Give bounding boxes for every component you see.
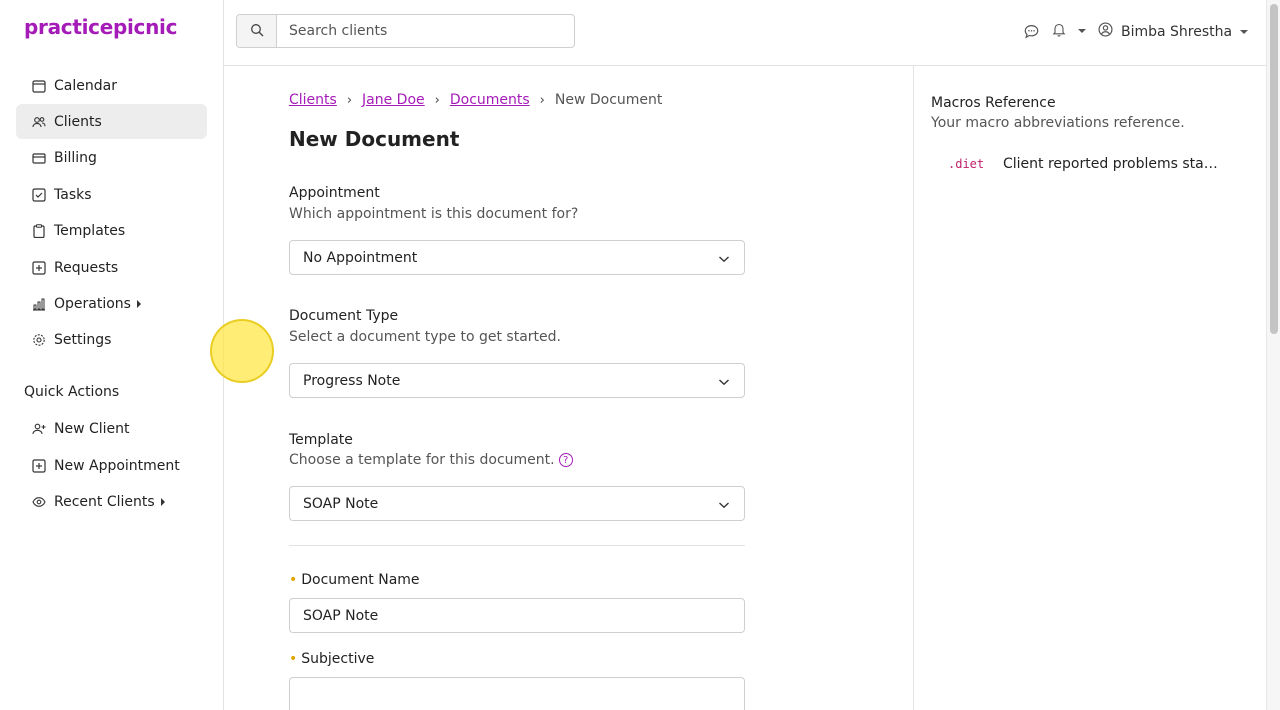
breadcrumb: Clients › Jane Doe › Documents › New Doc… xyxy=(289,92,662,108)
page-title: New Document xyxy=(289,127,460,151)
page-scrollbar[interactable] xyxy=(1266,0,1280,710)
required-marker: • xyxy=(289,651,298,667)
notifications-dropdown[interactable] xyxy=(1052,22,1086,40)
chevron-down-icon xyxy=(1240,29,1249,34)
document-name-label-row: • Document Name xyxy=(289,572,420,588)
bar-chart-icon xyxy=(32,297,46,311)
caret-right-icon xyxy=(136,299,141,308)
quick-action-label: Recent Clients xyxy=(54,493,155,510)
sidebar-item-calendar[interactable]: Calendar xyxy=(16,68,207,103)
template-help-row: Choose a template for this document. ? xyxy=(289,452,573,468)
user-menu[interactable]: Bimba Shrestha xyxy=(1098,22,1249,41)
clipboard-icon xyxy=(32,223,46,238)
subjective-textarea[interactable] xyxy=(289,677,745,710)
chevron-down-icon xyxy=(718,498,730,514)
eye-icon xyxy=(32,495,46,509)
quick-action-recent-clients[interactable]: Recent Clients xyxy=(16,484,207,519)
sidebar-item-operations[interactable]: Operations xyxy=(16,286,207,321)
macros-title: Macros Reference xyxy=(931,95,1056,111)
user-name: Bimba Shrestha xyxy=(1121,23,1233,40)
required-marker: • xyxy=(289,572,298,588)
sidebar-item-label: Settings xyxy=(54,331,112,348)
section-divider xyxy=(289,545,745,546)
chat-icon[interactable] xyxy=(1022,22,1040,40)
quick-action-label: New Appointment xyxy=(54,457,180,474)
document-type-help: Select a document type to get started. xyxy=(289,329,561,345)
bell-icon xyxy=(1052,22,1066,41)
chevron-down-icon xyxy=(718,375,730,391)
chevron-down-icon xyxy=(1078,29,1086,33)
macros-subtitle: Your macro abbreviations reference. xyxy=(931,115,1185,131)
macro-text: Client reported problems stayi… xyxy=(1003,156,1223,172)
caret-right-icon xyxy=(160,497,165,506)
sidebar-item-templates[interactable]: Templates xyxy=(16,213,207,248)
document-name-input[interactable] xyxy=(289,598,745,633)
calendar-icon xyxy=(32,79,46,93)
quick-action-new-appointment[interactable]: New Appointment xyxy=(16,448,207,483)
search-button[interactable] xyxy=(237,15,277,47)
breadcrumb-client[interactable]: Jane Doe xyxy=(362,92,425,108)
sidebar-item-requests[interactable]: Requests xyxy=(16,250,207,285)
user-plus-icon xyxy=(32,422,46,436)
chevron-right-icon: › xyxy=(434,92,440,108)
sidebar-item-label: Tasks xyxy=(54,186,92,203)
document-type-label: Document Type xyxy=(289,308,399,324)
search-bar xyxy=(236,14,575,48)
click-indicator xyxy=(210,319,274,383)
sidebar: practicepicnic Calendar Clients Billing … xyxy=(0,0,224,710)
sidebar-item-label: Operations xyxy=(54,295,131,312)
sidebar-item-label: Requests xyxy=(54,259,119,276)
plus-box-icon xyxy=(32,458,46,473)
credit-card-icon xyxy=(32,151,46,165)
appointment-value: No Appointment xyxy=(303,249,418,266)
user-avatar-icon xyxy=(1098,22,1113,41)
quick-actions-title: Quick Actions xyxy=(24,384,120,400)
sidebar-item-label: Calendar xyxy=(54,77,117,94)
quick-action-label: New Client xyxy=(54,420,130,437)
app-page: practicepicnic Calendar Clients Billing … xyxy=(0,0,1266,710)
template-help: Choose a template for this document. xyxy=(289,452,555,468)
sidebar-item-settings[interactable]: Settings xyxy=(16,322,207,357)
search-input[interactable] xyxy=(277,15,574,47)
sidebar-item-label: Billing xyxy=(54,149,97,166)
app-logo[interactable]: practicepicnic xyxy=(24,15,177,39)
sidebar-item-tasks[interactable]: Tasks xyxy=(16,177,207,212)
scrollbar-thumb[interactable] xyxy=(1270,4,1278,334)
template-select[interactable]: SOAP Note xyxy=(289,486,745,521)
breadcrumb-clients[interactable]: Clients xyxy=(289,92,337,108)
subjective-label-row: • Subjective xyxy=(289,651,374,667)
breadcrumb-current: New Document xyxy=(554,92,663,108)
sidebar-item-label: Templates xyxy=(54,222,126,239)
appointment-help: Which appointment is this document for? xyxy=(289,206,579,222)
template-value: SOAP Note xyxy=(303,495,379,512)
search-icon xyxy=(250,22,264,41)
macro-code: .diet xyxy=(948,157,985,171)
chevron-right-icon: › xyxy=(539,92,545,108)
document-name-label: Document Name xyxy=(301,572,420,588)
plus-box-icon xyxy=(32,260,46,275)
breadcrumb-documents[interactable]: Documents xyxy=(450,92,530,108)
template-label: Template xyxy=(289,432,353,448)
appointment-select[interactable]: No Appointment xyxy=(289,240,745,275)
help-icon[interactable]: ? xyxy=(558,453,573,467)
macros-panel: Macros Reference Your macro abbreviation… xyxy=(913,66,1266,710)
quick-action-new-client[interactable]: New Client xyxy=(16,411,207,446)
sidebar-item-clients[interactable]: Clients xyxy=(16,104,207,139)
checkbox-icon xyxy=(32,187,46,202)
subjective-label: Subjective xyxy=(301,651,375,667)
sidebar-item-label: Clients xyxy=(54,113,102,130)
chevron-down-icon xyxy=(718,252,730,268)
document-type-select[interactable]: Progress Note xyxy=(289,363,745,398)
appointment-label: Appointment xyxy=(289,185,380,201)
users-icon xyxy=(32,115,46,129)
sidebar-item-billing[interactable]: Billing xyxy=(16,140,207,175)
document-type-value: Progress Note xyxy=(303,372,401,389)
gear-icon xyxy=(32,333,46,347)
top-header: Bimba Shrestha xyxy=(224,0,1266,66)
chevron-right-icon: › xyxy=(346,92,353,108)
